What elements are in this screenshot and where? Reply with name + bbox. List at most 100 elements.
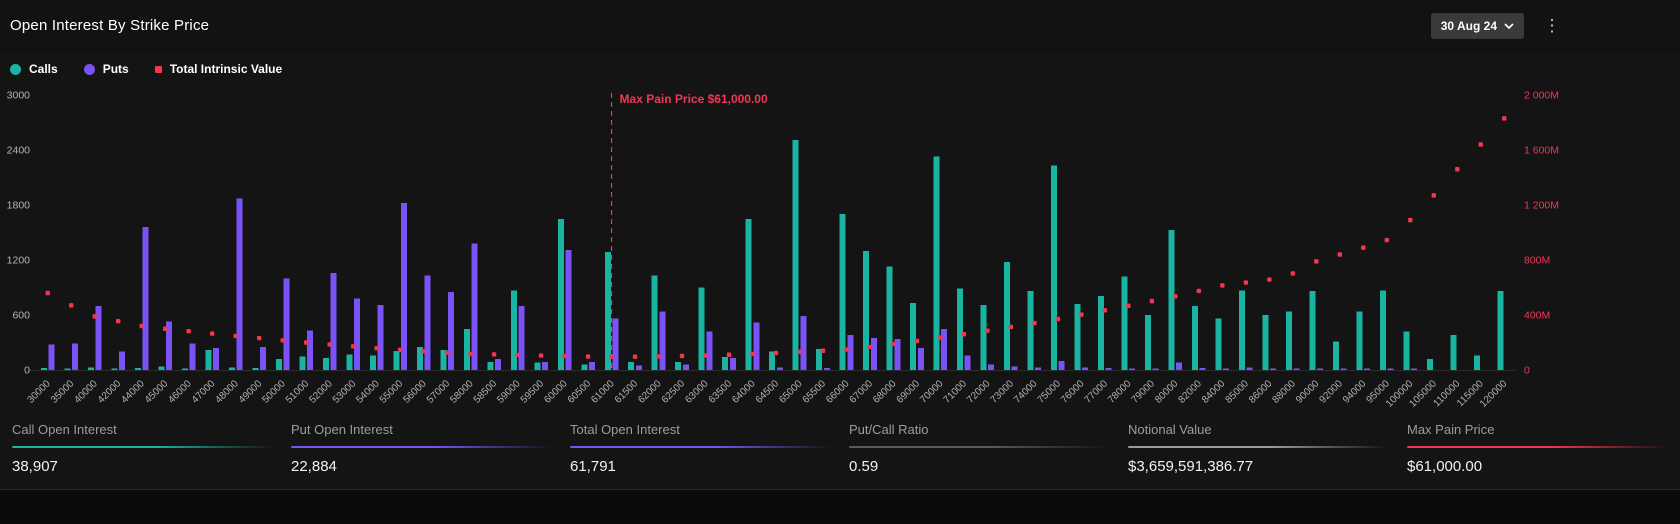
call-bar-86000[interactable] [1263, 315, 1269, 370]
intrinsic-value-dot-44000[interactable] [140, 324, 144, 328]
call-bar-40000[interactable] [88, 367, 94, 370]
call-bar-55000[interactable] [393, 351, 399, 370]
intrinsic-value-dot-115000[interactable] [1479, 142, 1483, 146]
expiry-date-selector[interactable]: 30 Aug 24 [1431, 13, 1524, 39]
intrinsic-value-dot-35000[interactable] [69, 303, 73, 307]
intrinsic-value-dot-64000[interactable] [750, 352, 754, 356]
intrinsic-value-dot-50000[interactable] [280, 338, 284, 342]
call-bar-48000[interactable] [229, 367, 235, 370]
put-bar-51000[interactable] [307, 331, 313, 370]
put-bar-46000[interactable] [189, 343, 195, 370]
intrinsic-value-dot-71000[interactable] [962, 332, 966, 336]
call-bar-60000[interactable] [558, 219, 564, 370]
intrinsic-value-dot-60500[interactable] [586, 354, 590, 358]
put-bar-48000[interactable] [236, 199, 242, 370]
intrinsic-value-dot-69000[interactable] [915, 339, 919, 343]
intrinsic-value-dot-40000[interactable] [93, 314, 97, 318]
put-bar-57000[interactable] [448, 292, 454, 370]
intrinsic-value-dot-53000[interactable] [351, 344, 355, 348]
call-bar-77000[interactable] [1098, 296, 1104, 370]
call-bar-44000[interactable] [135, 368, 141, 370]
call-bar-78000[interactable] [1122, 277, 1128, 371]
put-bar-82000[interactable] [1200, 368, 1206, 370]
intrinsic-value-dot-68000[interactable] [891, 342, 895, 346]
call-bar-72000[interactable] [981, 305, 987, 370]
intrinsic-value-dot-47000[interactable] [210, 331, 214, 335]
put-bar-52000[interactable] [330, 273, 336, 370]
strike-chart[interactable]: 060012001800240030000400M800M1 200M1 600… [0, 56, 1680, 412]
intrinsic-value-dot-105000[interactable] [1432, 193, 1436, 197]
put-bar-77000[interactable] [1106, 368, 1112, 370]
put-bar-61000[interactable] [612, 319, 618, 370]
intrinsic-value-dot-75000[interactable] [1056, 317, 1060, 321]
call-bar-46000[interactable] [182, 369, 188, 371]
put-bar-54000[interactable] [377, 305, 383, 370]
call-bar-59000[interactable] [511, 290, 517, 370]
call-bar-82000[interactable] [1192, 306, 1198, 370]
intrinsic-value-dot-48000[interactable] [233, 334, 237, 338]
intrinsic-value-dot-54000[interactable] [374, 346, 378, 350]
put-bar-58000[interactable] [471, 244, 477, 371]
call-bar-74000[interactable] [1028, 291, 1034, 370]
put-bar-67000[interactable] [871, 338, 877, 370]
put-bar-47000[interactable] [213, 348, 219, 370]
put-bar-88000[interactable] [1294, 369, 1300, 371]
intrinsic-value-dot-86000[interactable] [1267, 277, 1271, 281]
call-bar-58500[interactable] [487, 362, 493, 370]
put-bar-44000[interactable] [143, 227, 149, 370]
call-bar-84000[interactable] [1216, 319, 1222, 370]
intrinsic-value-dot-42000[interactable] [116, 319, 120, 323]
put-bar-62000[interactable] [659, 311, 665, 370]
intrinsic-value-dot-94000[interactable] [1361, 245, 1365, 249]
put-bar-35000[interactable] [72, 343, 78, 370]
call-bar-59500[interactable] [534, 363, 540, 370]
put-bar-100000[interactable] [1411, 369, 1417, 371]
intrinsic-value-dot-67000[interactable] [868, 345, 872, 349]
put-bar-50000[interactable] [283, 278, 289, 370]
intrinsic-value-dot-60000[interactable] [562, 354, 566, 358]
put-bar-94000[interactable] [1364, 369, 1370, 371]
call-bar-50000[interactable] [276, 359, 282, 370]
put-bar-60000[interactable] [565, 250, 571, 370]
intrinsic-value-dot-79000[interactable] [1150, 299, 1154, 303]
put-bar-72000[interactable] [988, 365, 994, 371]
call-bar-30000[interactable] [41, 368, 47, 370]
intrinsic-value-dot-58500[interactable] [492, 352, 496, 356]
put-bar-63000[interactable] [706, 332, 712, 371]
put-bar-74000[interactable] [1035, 367, 1041, 370]
intrinsic-value-dot-63500[interactable] [727, 353, 731, 357]
call-bar-60500[interactable] [581, 365, 587, 371]
call-bar-80000[interactable] [1169, 230, 1175, 370]
call-bar-45000[interactable] [158, 366, 164, 370]
put-bar-61500[interactable] [636, 365, 642, 370]
call-bar-110000[interactable] [1450, 335, 1456, 370]
intrinsic-value-dot-65500[interactable] [821, 349, 825, 353]
call-bar-90000[interactable] [1310, 291, 1316, 370]
intrinsic-value-dot-45000[interactable] [163, 327, 167, 331]
intrinsic-value-dot-56000[interactable] [421, 349, 425, 353]
call-bar-58000[interactable] [464, 329, 470, 370]
intrinsic-value-dot-85000[interactable] [1244, 280, 1248, 284]
intrinsic-value-dot-46000[interactable] [186, 329, 190, 333]
call-bar-53000[interactable] [346, 354, 352, 370]
call-bar-49000[interactable] [252, 368, 258, 370]
put-bar-66000[interactable] [847, 335, 853, 370]
put-bar-65500[interactable] [824, 368, 830, 370]
call-bar-105000[interactable] [1427, 359, 1433, 370]
put-bar-65000[interactable] [800, 316, 806, 370]
call-bar-69000[interactable] [910, 303, 916, 370]
intrinsic-value-dot-51000[interactable] [304, 340, 308, 344]
put-bar-85000[interactable] [1247, 367, 1253, 370]
put-bar-78000[interactable] [1129, 369, 1135, 371]
put-bar-58500[interactable] [495, 359, 501, 370]
put-bar-49000[interactable] [260, 347, 266, 370]
kebab-menu-icon[interactable]: ⋮ [1542, 14, 1562, 38]
call-bar-100000[interactable] [1403, 332, 1409, 371]
legend-item-intrinsic-value[interactable]: Total Intrinsic Value [155, 62, 282, 76]
call-bar-88000[interactable] [1286, 311, 1292, 370]
call-bar-65000[interactable] [793, 140, 799, 370]
call-bar-67000[interactable] [863, 251, 869, 370]
intrinsic-value-dot-100000[interactable] [1408, 218, 1412, 222]
call-bar-79000[interactable] [1145, 315, 1151, 370]
put-bar-59000[interactable] [518, 306, 524, 370]
